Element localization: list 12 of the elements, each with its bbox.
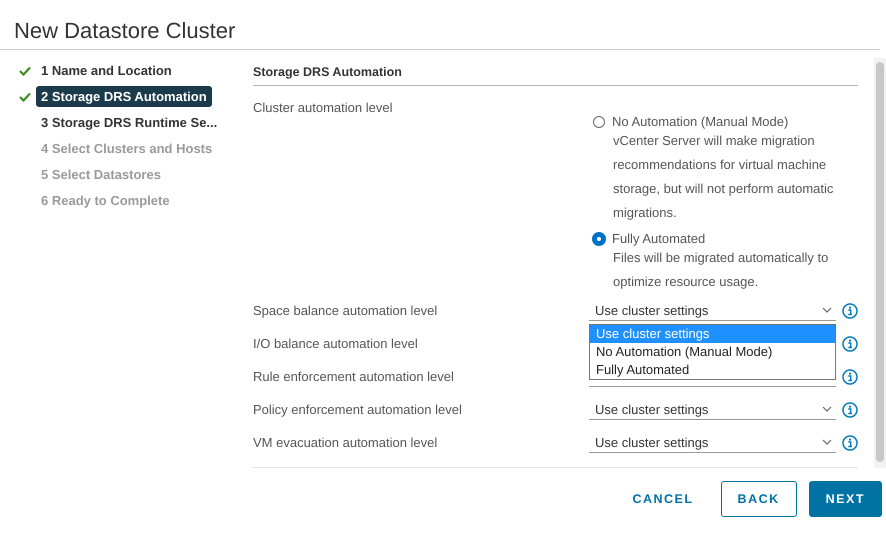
field-label: Policy enforcement automation level [253,402,462,417]
field-label: I/O balance automation level [253,336,418,351]
radio-label: No Automation (Manual Mode) [612,114,788,129]
radio-label: Fully Automated [612,231,706,246]
field-label: VM evacuation automation level [253,435,438,450]
option-description: vCenter Server will make migration recommendations for virtual machine storage, but will not perform automatic migrations. [612,132,834,222]
field-label: Space balance automation level [253,303,438,318]
window-title: New Datastore Cluster [0,0,880,50]
option-description: Files will be migrated automatically to optimize resource usage. [612,249,830,291]
field-label: Cluster automation level [253,100,392,117]
field-label: Rule enforcement automation level [253,369,454,384]
section-title: Storage DRS Automation [253,58,858,86]
